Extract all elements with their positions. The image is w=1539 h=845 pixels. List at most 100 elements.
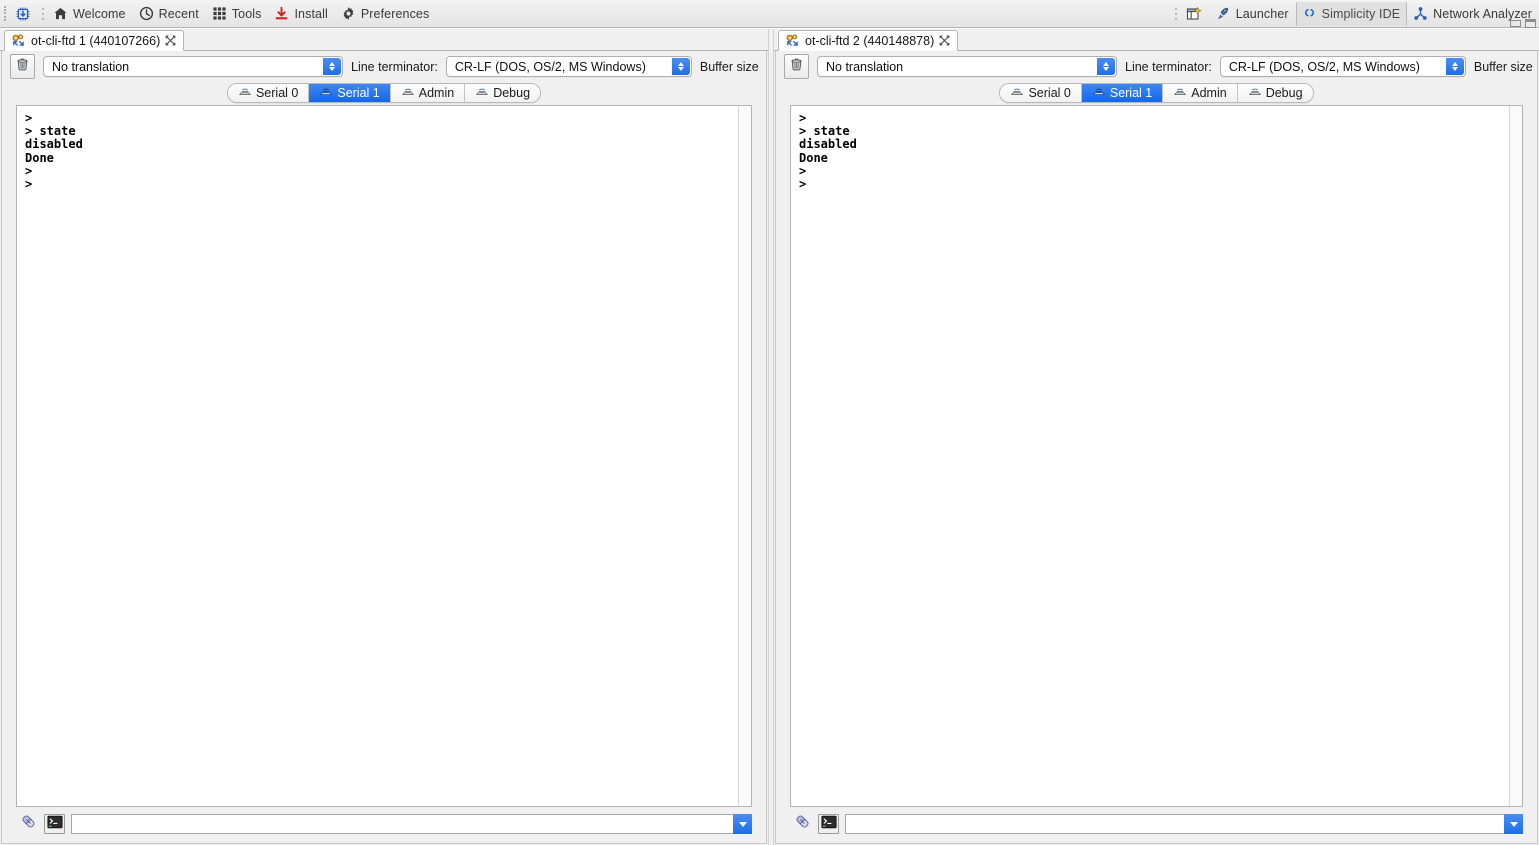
view-tabbar-empty-2 [958,30,1539,51]
console-editor-1: No translation Line terminator: CR-LF (D… [1,51,767,844]
tools-label: Tools [231,6,262,21]
console-output-1[interactable]: > > state disabled Done > > [17,106,738,806]
view-tabbar-empty-1 [184,30,768,51]
serial-tabs-row-1: Serial 0 Serial 1 Admin Debug [2,81,766,105]
main-toolbar: Welcome Recent Tools Install Preferences… [0,0,1539,28]
command-bar-1 [2,807,766,843]
minimize-icon[interactable] [1510,20,1521,27]
terminal-icon [820,815,837,834]
serial-tab-group-2: Serial 0 Serial 1 Admin Debug [999,83,1314,103]
line-terminator-value: CR-LF (DOS, OS/2, MS Windows) [454,59,646,74]
serial-tab-label: Serial 0 [255,86,299,100]
serial-icon [238,86,252,100]
simplicity-ide-label: Simplicity IDE [1321,6,1401,21]
command-history-dropdown-1[interactable] [733,814,752,834]
toolbar-drag-handle[interactable] [1,4,8,24]
serial-console-icon [785,33,800,48]
grid-icon [211,5,228,22]
buffer-size-label-2: Buffer size [1473,59,1533,74]
serial-tab-serial-0-p1[interactable]: Serial 0 [227,84,310,102]
open-perspective-button[interactable] [1181,2,1210,26]
serial-tab-debug-p1[interactable]: Debug [465,84,541,102]
serial-tab-debug-p2[interactable]: Debug [1237,84,1313,102]
new-perspective-icon [1186,5,1203,22]
trash-icon [15,57,30,77]
recent-label: Recent [158,6,199,21]
close-icon[interactable] [165,35,176,46]
preferences-label: Preferences [360,6,430,21]
console-output-2[interactable]: > > state disabled Done > > [791,106,1509,806]
link-break-icon-button-1[interactable] [18,814,38,834]
chip-tool-button[interactable] [9,2,38,26]
trash-icon [789,57,804,77]
perspective-simplicity-ide[interactable]: Simplicity IDE [1295,1,1408,26]
line-terminator-label-1: Line terminator: [351,59,438,74]
console-editor-2: No translation Line terminator: CR-LF (D… [775,51,1538,844]
console-controls-1: No translation Line terminator: CR-LF (D… [2,51,766,81]
serial-tab-label: Serial 0 [1028,86,1071,100]
translation-select-1[interactable]: No translation [43,56,343,77]
line-terminator-select-1[interactable]: CR-LF (DOS, OS/2, MS Windows) [445,56,692,77]
perspective-launcher[interactable]: Launcher [1210,2,1296,26]
command-history-dropdown-2[interactable] [1504,814,1523,834]
toolbar-separator [38,3,47,25]
workbench: ot-cli-ftd 1 (440107266) No translation … [0,29,1539,845]
tools-button[interactable]: Tools [206,2,269,26]
serial-icon [1248,86,1262,100]
braces-icon [1301,5,1318,22]
recent-button[interactable]: Recent [133,2,206,26]
welcome-button[interactable]: Welcome [47,2,133,26]
console-panel-1: ot-cli-ftd 1 (440107266) No translation … [0,29,768,845]
console-output-wrap-1: > > state disabled Done > > [16,105,752,807]
command-input-2[interactable] [845,814,1504,834]
serial-icon [1173,86,1187,100]
clear-console-button-2[interactable] [784,54,809,79]
stepper-arrows-icon [323,58,341,75]
perspective-separator [1172,3,1181,25]
close-icon[interactable] [939,35,950,46]
serial-tab-admin-p2[interactable]: Admin [1163,84,1238,102]
network-icon [1412,5,1429,22]
rocket-icon [1215,5,1232,22]
console-vertical-scrollbar-2[interactable] [1509,106,1522,806]
serial-icon [475,86,489,100]
translation-select-2[interactable]: No translation [817,56,1117,77]
welcome-label: Welcome [73,6,126,21]
stepper-arrows-icon [671,58,690,75]
serial-tab-label: Admin [1191,86,1227,100]
console-vertical-scrollbar-1[interactable] [738,106,751,806]
install-label: Install [294,6,328,21]
gear-icon [340,5,357,22]
line-terminator-value: CR-LF (DOS, OS/2, MS Windows) [1228,59,1420,74]
link-break-icon-button-2[interactable] [792,814,812,834]
view-tabbar-1: ot-cli-ftd 1 (440107266) [0,29,768,51]
translation-value: No translation [826,59,904,74]
line-terminator-select-2[interactable]: CR-LF (DOS, OS/2, MS Windows) [1219,56,1466,77]
serial-icon [319,86,333,100]
terminal-icon-button-1[interactable] [44,814,65,834]
serial-tab-admin-p1[interactable]: Admin [390,84,466,102]
view-tab-ot-cli-ftd-2[interactable]: ot-cli-ftd 2 (440148878) [778,30,959,51]
command-input-1[interactable] [71,814,733,834]
serial-tab-serial-1-p1[interactable]: Serial 1 [309,84,391,102]
maximize-icon[interactable] [1525,19,1536,28]
stepper-arrows-icon [1097,58,1115,75]
window-controls [1510,19,1536,28]
launcher-label: Launcher [1235,6,1289,21]
serial-tab-serial-0-p2[interactable]: Serial 0 [1000,84,1082,102]
serial-tab-label: Debug [1265,86,1303,100]
line-terminator-label-2: Line terminator: [1125,59,1212,74]
link-break-icon [20,813,37,835]
serial-tab-group-1: Serial 0 Serial 1 Admin Debug [226,83,542,103]
view-tab-ot-cli-ftd-1[interactable]: ot-cli-ftd 1 (440107266) [4,30,185,51]
serial-tabs-row-2: Serial 0 Serial 1 Admin Debug [776,81,1537,105]
terminal-icon-button-2[interactable] [818,814,839,834]
preferences-button[interactable]: Preferences [335,2,437,26]
console-panel-2: ot-cli-ftd 2 (440148878) No translation … [774,29,1539,845]
serial-icon [1010,86,1024,100]
clear-console-button-1[interactable] [10,54,35,79]
install-button[interactable]: Install [268,2,334,26]
serial-tab-serial-1-p2[interactable]: Serial 1 [1081,84,1164,102]
view-tab-title: ot-cli-ftd 1 (440107266) [31,33,161,48]
chevron-down-icon [1509,821,1518,827]
